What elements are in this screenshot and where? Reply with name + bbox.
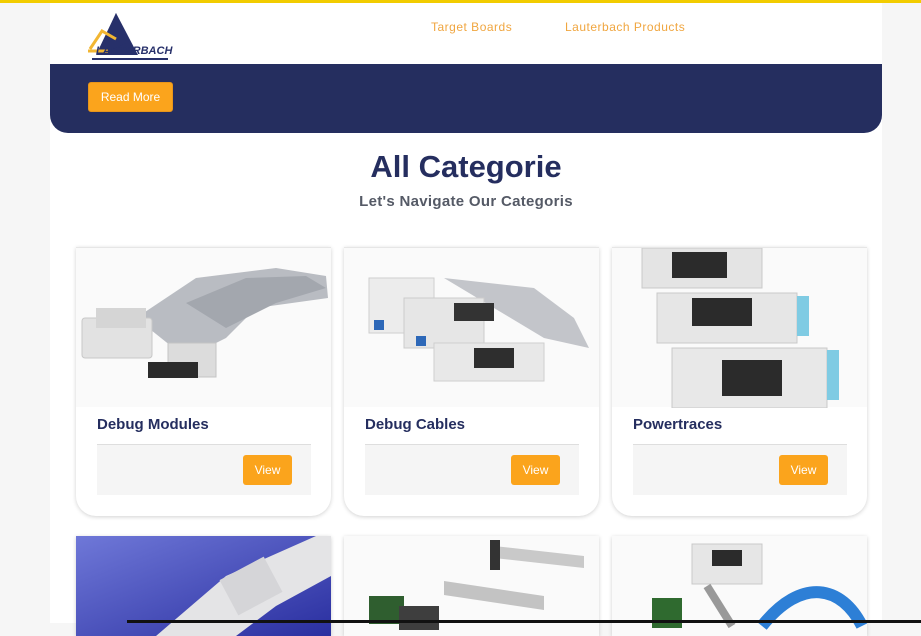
card-title: Debug Cables [365, 416, 466, 433]
logo-text: LAUTERBACH [96, 45, 173, 57]
lauterbach-logo[interactable]: LAUTERBACH [80, 9, 173, 63]
category-card-powertraces[interactable]: Powertraces View [612, 247, 867, 516]
debug-module-image [76, 247, 331, 407]
section-title: All Categorie [370, 149, 562, 184]
view-button[interactable]: View [779, 455, 828, 485]
category-card-debug-cables[interactable]: Debug Cables View [344, 247, 599, 516]
hero-banner: Read More [50, 64, 882, 133]
section-subtitle: Let's Navigate Our Categoris [359, 193, 573, 210]
card-footer: View [633, 444, 847, 495]
card-footer: View [365, 444, 579, 495]
card-footer: View [97, 444, 311, 495]
nav-target-boards[interactable]: Target Boards [431, 20, 512, 34]
read-more-button[interactable]: Read More [88, 82, 173, 112]
view-button[interactable]: View [511, 455, 560, 485]
site-header: LAUTERBACH Target Boards Lauterbach Prod… [50, 3, 882, 64]
view-button[interactable]: View [243, 455, 292, 485]
powertraces-image [612, 247, 867, 409]
category-card-debug-modules[interactable]: Debug Modules View [76, 247, 331, 516]
page-container: LAUTERBACH Target Boards Lauterbach Prod… [50, 3, 882, 636]
card-title: Powertraces [633, 416, 723, 433]
nav-lauterbach-products[interactable]: Lauterbach Products [565, 20, 685, 34]
card-title: Debug Modules [97, 416, 209, 433]
debug-cables-image [344, 247, 599, 407]
logo-underline [92, 58, 168, 60]
